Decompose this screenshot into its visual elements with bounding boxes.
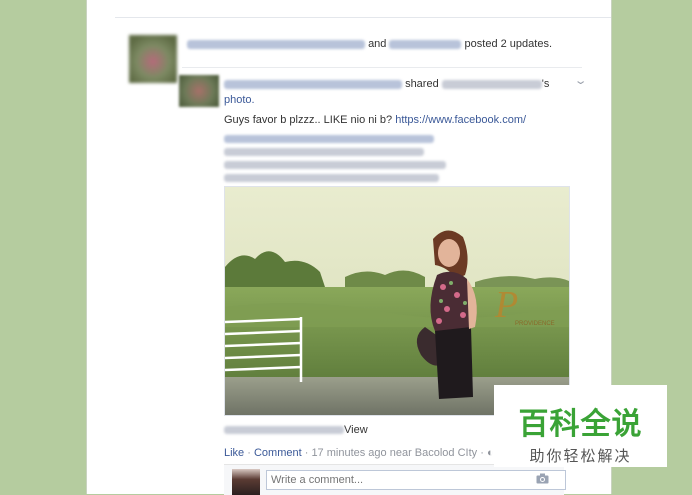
story-conjunction: and [368,38,387,50]
story-header: and posted 2 updates. [187,36,577,52]
redacted-line [224,135,434,143]
separator: · [477,447,487,459]
post-message-text: Guys favor b plzzz.. LIKE nio ni b? [224,114,393,126]
redacted-line [224,174,439,182]
user-name-redacted[interactable] [187,39,365,49]
photo-logo-text: PROVIDENCE [515,321,555,327]
watermark-brand: 百科全说 [518,407,643,442]
post-message: Guys favor b plzzz.. LIKE nio ni b? http… [224,112,574,129]
photo-logo-letter: P [494,284,518,326]
redacted-url-lines [224,131,454,187]
redacted-text [224,426,344,435]
avatar[interactable] [179,75,219,107]
like-link[interactable]: Like [224,447,244,459]
comment-input[interactable] [266,470,566,490]
redacted-line [224,148,424,156]
camera-icon[interactable] [536,473,549,487]
shared-photo[interactable]: P PROVIDENCE [224,186,570,416]
comment-box [224,464,566,495]
watermark-slogan: 助你轻松解决 [529,447,632,465]
story-action: posted 2 updates. [464,38,553,50]
chevron-down-icon[interactable]: ⌄ [573,74,587,87]
user-name-redacted[interactable] [224,79,402,89]
photo-caption: View [224,424,368,436]
avatar[interactable] [129,35,177,83]
photo-image: P PROVIDENCE [225,187,569,415]
post-url-link[interactable]: https://www.facebook.com/ [395,114,526,126]
divider [115,17,611,18]
user-name-redacted[interactable] [441,79,542,89]
comment-link[interactable]: Comment [254,447,302,459]
timestamp[interactable]: 17 minutes ago near Bacolod CIty [311,447,477,459]
view-link[interactable]: View [344,424,368,436]
user-name-redacted[interactable] [389,39,462,49]
watermark: 百科全说 助你轻松解决 [494,385,667,467]
separator: · [301,447,312,459]
divider [182,67,582,68]
shared-post-header: shared 's photo. [224,76,564,108]
globe-icon: ◐ [486,447,494,459]
photo-link[interactable]: photo. [224,94,255,106]
avatar[interactable] [232,469,260,495]
separator: · [244,447,254,459]
action-bar: Like · Comment · 17 minutes ago near Bac… [224,447,494,459]
shared-verb: shared [405,78,439,90]
possessive: 's [541,78,550,90]
redacted-line [224,161,446,169]
